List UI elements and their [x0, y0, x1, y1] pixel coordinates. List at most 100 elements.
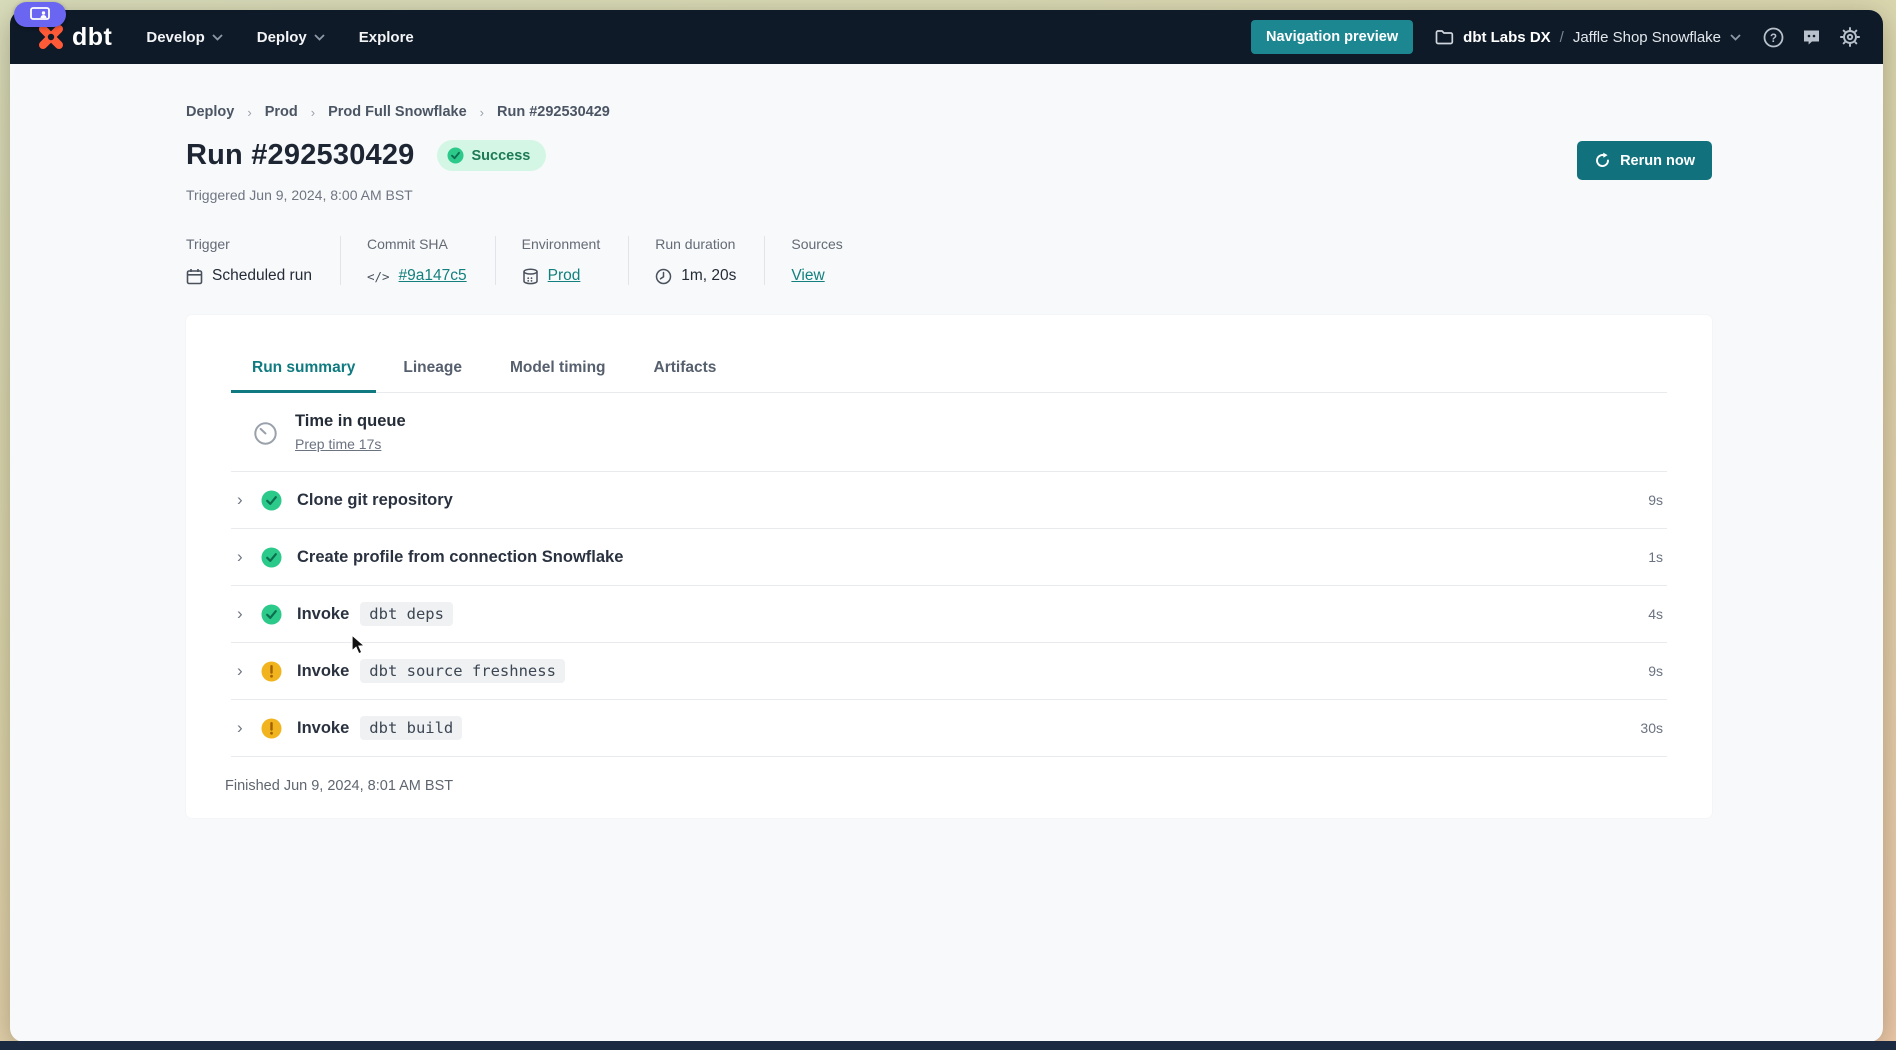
breadcrumb-separator: › [247, 105, 251, 120]
status-badge-label: Success [472, 148, 531, 164]
database-icon [522, 268, 539, 285]
rerun-now-label: Rerun now [1620, 153, 1695, 169]
menu-explore[interactable]: Explore [359, 29, 414, 46]
chevron-down-icon [314, 34, 325, 41]
menu-develop[interactable]: Develop [146, 29, 222, 46]
calendar-icon [186, 268, 203, 285]
time-in-queue-title: Time in queue [295, 412, 406, 431]
account-project-switcher[interactable]: dbt Labs DX / Jaffle Shop Snowflake [1435, 29, 1741, 46]
commit-sha-link[interactable]: #9a147c5 [399, 267, 467, 285]
step-command: dbt source freshness [360, 659, 565, 683]
step-duration: 9s [1648, 663, 1667, 679]
account-name[interactable]: dbt Labs DX [1463, 29, 1551, 46]
prep-time-link[interactable]: Prep time 17s [295, 436, 381, 452]
navigation-preview-button[interactable]: Navigation preview [1251, 20, 1413, 54]
breadcrumb-separator: › [480, 105, 484, 120]
rerun-icon [1594, 152, 1611, 169]
breadcrumb-job[interactable]: Prod Full Snowflake [328, 104, 467, 120]
step-label: Invoke [297, 719, 349, 738]
finished-timestamp: Finished Jun 9, 2024, 8:01 AM BST [225, 778, 1667, 794]
step-duration: 1s [1648, 549, 1667, 565]
step-duration: 9s [1648, 492, 1667, 508]
time-in-queue-row: Time in queue Prep time 17s [231, 393, 1667, 472]
step-command: dbt deps [360, 602, 453, 626]
meta-label: Commit SHA [367, 236, 467, 252]
meta-label: Run duration [655, 236, 736, 252]
check-circle-icon [447, 147, 464, 164]
meta-label: Sources [791, 236, 842, 252]
meta-environment: Environment Prod [522, 236, 630, 285]
breadcrumb-deploy[interactable]: Deploy [186, 104, 234, 120]
run-summary-card: Run summary Lineage Model timing Artifac… [186, 315, 1712, 818]
environment-link[interactable]: Prod [548, 267, 581, 285]
warning-icon [261, 718, 282, 739]
warning-icon [261, 661, 282, 682]
rerun-now-button[interactable]: Rerun now [1577, 141, 1712, 180]
feedback-icon[interactable] [1801, 27, 1822, 48]
app-window: dbt Develop Deploy Explore Navigation pr… [10, 10, 1883, 1042]
run-step-row[interactable]: › Create profile from connection Snowfla… [231, 529, 1667, 586]
breadcrumb-prod[interactable]: Prod [265, 104, 298, 120]
tab-run-summary[interactable]: Run summary [231, 349, 376, 393]
gear-icon[interactable] [1839, 26, 1861, 48]
top-navbar: dbt Develop Deploy Explore Navigation pr… [10, 10, 1883, 64]
breadcrumb-run: Run #292530429 [497, 104, 610, 120]
chevron-down-icon [1730, 34, 1741, 41]
breadcrumb: Deploy › Prod › Prod Full Snowflake › Ru… [186, 104, 1712, 120]
run-step-row[interactable]: › Invoke dbt source freshness 9s [231, 643, 1667, 700]
clock-icon [655, 268, 672, 285]
meta-trigger: Trigger Scheduled run [186, 236, 341, 285]
tab-lineage[interactable]: Lineage [382, 349, 483, 393]
triggered-timestamp: Triggered Jun 9, 2024, 8:00 AM BST [186, 187, 1712, 203]
chevron-down-icon [212, 34, 223, 41]
step-label: Invoke [297, 662, 349, 681]
timer-icon [253, 421, 278, 446]
menu-label: Deploy [257, 29, 307, 46]
chevron-right-icon[interactable]: › [231, 490, 253, 510]
chevron-right-icon[interactable]: › [231, 661, 253, 681]
screen-share-icon [30, 7, 50, 22]
folder-icon [1435, 29, 1454, 45]
chevron-right-icon[interactable]: › [231, 604, 253, 624]
main-menu: Develop Deploy Explore [146, 29, 413, 46]
menu-deploy[interactable]: Deploy [257, 29, 325, 46]
chevron-right-icon[interactable]: › [231, 547, 253, 567]
background-window-edge [0, 1041, 1896, 1050]
sources-view-link[interactable]: View [791, 267, 824, 285]
menu-label: Develop [146, 29, 204, 46]
run-step-row[interactable]: › Invoke dbt build 30s [231, 700, 1667, 757]
meta-label: Environment [522, 236, 601, 252]
success-check-icon [261, 490, 282, 511]
svg-text:?: ? [1770, 33, 1777, 45]
code-icon: </> [367, 269, 390, 284]
breadcrumb-separator: › [311, 105, 315, 120]
meta-label: Trigger [186, 236, 312, 252]
meta-sources: Sources View [791, 236, 870, 285]
trigger-value: Scheduled run [212, 267, 312, 285]
step-label: Clone git repository [297, 491, 453, 510]
tab-artifacts[interactable]: Artifacts [633, 349, 738, 393]
menu-label: Explore [359, 29, 414, 46]
run-meta-row: Trigger Scheduled run Commit SHA </> #9a… [186, 236, 1712, 285]
run-step-row[interactable]: › Clone git repository 9s [231, 472, 1667, 529]
page-title: Run #292530429 [186, 139, 415, 172]
step-duration: 30s [1640, 720, 1667, 736]
run-step-row[interactable]: › Invoke dbt deps 4s [231, 586, 1667, 643]
screen-share-indicator[interactable] [14, 2, 66, 27]
status-badge: Success [437, 140, 547, 171]
tab-bar: Run summary Lineage Model timing Artifac… [231, 315, 1667, 393]
path-separator: / [1560, 29, 1564, 46]
run-duration-value: 1m, 20s [681, 267, 736, 285]
success-check-icon [261, 547, 282, 568]
step-label: Create profile from connection Snowflake [297, 548, 623, 567]
meta-commit-sha: Commit SHA </> #9a147c5 [367, 236, 496, 285]
tab-model-timing[interactable]: Model timing [489, 349, 627, 393]
chevron-right-icon[interactable]: › [231, 718, 253, 738]
help-icon[interactable]: ? [1763, 27, 1784, 48]
project-name[interactable]: Jaffle Shop Snowflake [1573, 29, 1721, 46]
step-label: Invoke [297, 605, 349, 624]
step-command: dbt build [360, 716, 462, 740]
run-steps-list: › Clone git repository 9s › [231, 472, 1667, 757]
brand-name: dbt [72, 23, 112, 52]
success-check-icon [261, 604, 282, 625]
